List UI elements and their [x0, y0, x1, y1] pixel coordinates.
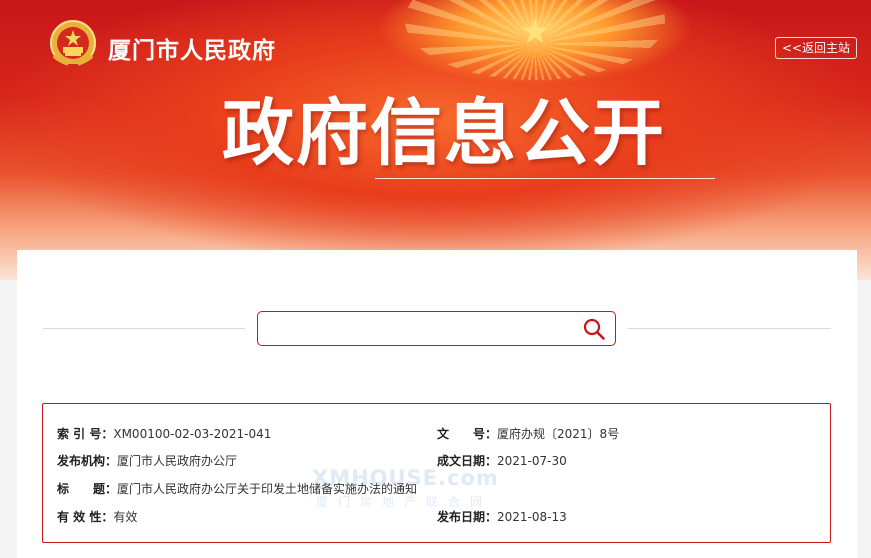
created-date-label: 成文日期： — [437, 454, 498, 468]
page-title: 政府信息公开 — [222, 91, 667, 175]
created-date-value: 2021-07-30 — [497, 454, 567, 468]
document-number-field: 文 号：厦府办规〔2021〕8号 — [437, 425, 619, 443]
title-label: 标 题： — [57, 482, 118, 496]
search-icon[interactable] — [582, 317, 606, 341]
published-date-label: 发布日期： — [437, 510, 498, 524]
validity-label: 有 效 性： — [57, 510, 114, 524]
search-box[interactable] — [257, 311, 616, 346]
publisher-label: 发布机构： — [57, 454, 118, 468]
published-date-value: 2021-08-13 — [497, 510, 567, 524]
back-to-main-site-button[interactable]: <<返回主站 — [775, 37, 857, 59]
search-divider-left — [43, 328, 245, 329]
national-emblem-icon[interactable] — [48, 18, 98, 72]
title-underline — [375, 178, 715, 179]
page: ★ 厦门市人民政府 <<返回主站 政府信息公开 索 引 号：XM00100-02… — [0, 0, 871, 558]
document-number-value: 厦府办规〔2021〕8号 — [497, 427, 620, 441]
title-field: 标 题：厦门市人民政府办公厅关于印发土地储备实施办法的通知 — [57, 480, 417, 498]
search-input[interactable] — [266, 317, 566, 341]
publisher-value: 厦门市人民政府办公厅 — [117, 454, 238, 468]
index-number-field: 索 引 号：XM00100-02-03-2021-041 — [57, 425, 271, 443]
search-divider-right — [628, 328, 831, 329]
published-date-field: 发布日期：2021-08-13 — [437, 508, 567, 526]
title-value: 厦门市人民政府办公厅关于印发土地储备实施办法的通知 — [117, 482, 418, 496]
document-metadata-box: 索 引 号：XM00100-02-03-2021-041 文 号：厦府办规〔20… — [42, 403, 831, 543]
document-number-label: 文 号： — [437, 427, 498, 441]
index-number-label: 索 引 号： — [57, 427, 114, 441]
created-date-field: 成文日期：2021-07-30 — [437, 452, 567, 470]
publisher-field: 发布机构：厦门市人民政府办公厅 — [57, 452, 237, 470]
star-icon: ★ — [519, 12, 551, 52]
validity-value: 有效 — [113, 510, 138, 524]
validity-field: 有 效 性：有效 — [57, 508, 137, 526]
index-number-value: XM00100-02-03-2021-041 — [113, 427, 272, 441]
site-title[interactable]: 厦门市人民政府 — [108, 31, 276, 65]
